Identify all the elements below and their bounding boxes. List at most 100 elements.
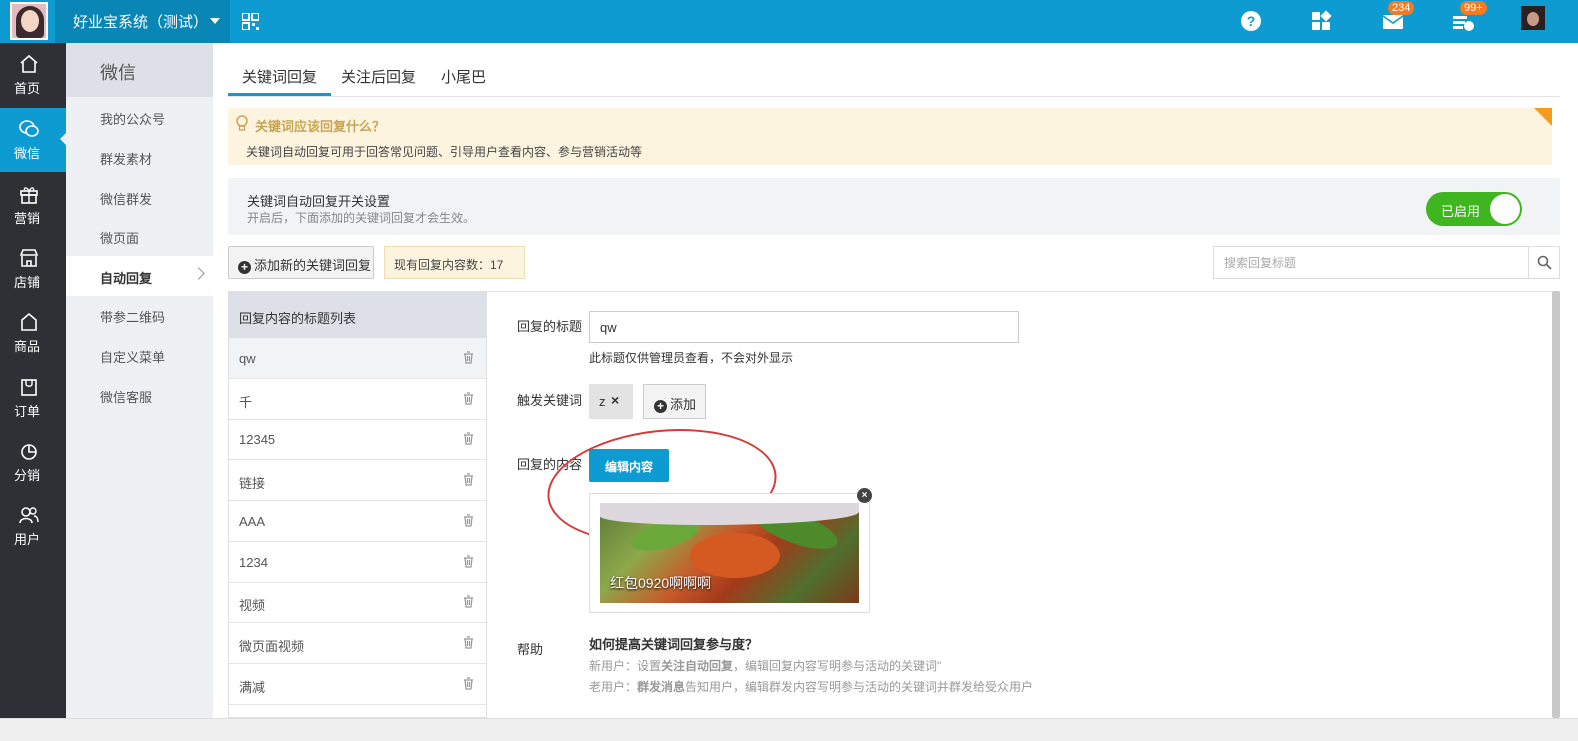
- nav-label: 微信: [13, 146, 40, 161]
- trash-icon[interactable]: [463, 636, 474, 649]
- mail-badge: 234: [1388, 1, 1415, 15]
- list-item[interactable]: AAA: [229, 501, 486, 542]
- list-item[interactable]: 满减: [229, 664, 486, 705]
- qrcode-icon[interactable]: [242, 13, 259, 30]
- list-item[interactable]: 12345: [229, 419, 486, 461]
- subnav-item-menu[interactable]: 自定义菜单: [66, 335, 213, 375]
- trash-icon[interactable]: [463, 432, 474, 445]
- reply-count: 现有回复内容数：17: [384, 246, 525, 279]
- nav-item-store[interactable]: 店铺: [0, 237, 66, 301]
- nav-label: 店铺: [13, 275, 40, 290]
- remove-keyword-icon[interactable]: ×: [611, 392, 619, 408]
- nav-label: 用户: [13, 532, 40, 547]
- subnav-item-qrcode[interactable]: 带参二维码: [66, 295, 213, 335]
- media-card[interactable]: 红包0920啊啊啊: [589, 493, 870, 613]
- chevron-right-icon: [192, 267, 205, 280]
- user-avatar[interactable]: [1521, 6, 1545, 30]
- switch-description: 开启后，下面添加的关键词回复才会生效。: [247, 211, 476, 225]
- list-item[interactable]: qw: [229, 338, 486, 379]
- list-item-title: 视频: [239, 598, 266, 614]
- chevron-down-icon: [210, 18, 220, 24]
- trash-icon[interactable]: [463, 351, 474, 364]
- nav-item-wechat[interactable]: 微信: [0, 108, 66, 172]
- list-item[interactable]: 1234: [229, 542, 486, 583]
- title-input[interactable]: [589, 311, 1019, 343]
- search-box: [1213, 246, 1560, 279]
- order-icon: [21, 379, 37, 396]
- media-caption: 红包0920啊啊啊: [610, 575, 712, 591]
- pie-icon: [21, 444, 37, 460]
- reply-title-list: 回复内容的标题列表 qw 千 12345 链接 AAA 1234 视频微页面视频 满减: [228, 291, 487, 718]
- nav-item-distribution[interactable]: 分销: [0, 430, 66, 494]
- apps-icon[interactable]: [1308, 8, 1334, 34]
- help-title: 如何提高关键词回复参与度？: [589, 637, 759, 652]
- add-keyword-button[interactable]: + 添加: [643, 384, 706, 419]
- list-header: 回复内容的标题列表: [229, 292, 486, 338]
- nav-item-home[interactable]: 首页: [0, 43, 66, 107]
- main-nav: 首页 微信 营销 店铺 商品 订单 分销 用户: [0, 43, 66, 741]
- keyword-label: 触发关键词: [517, 393, 583, 408]
- product-icon: [21, 312, 37, 331]
- svg-text:?: ?: [1247, 13, 1256, 29]
- add-keyword-reply-button[interactable]: + 添加新的关键词回复: [228, 246, 374, 279]
- trash-icon[interactable]: [463, 595, 474, 608]
- nav-label: 分销: [13, 468, 40, 483]
- toggle-knob: [1490, 194, 1520, 224]
- list-item-title: qw: [239, 351, 256, 366]
- add-button-label: 添加新的关键词回复: [254, 258, 372, 273]
- list-item[interactable]: 千: [229, 379, 486, 420]
- store-icon: [19, 249, 39, 267]
- system-title: 好业宝系统（测试）: [73, 14, 209, 31]
- tab-keyword-reply[interactable]: 关键词回复: [228, 56, 332, 96]
- trash-icon[interactable]: [463, 473, 474, 486]
- help-icon[interactable]: ?: [1238, 8, 1264, 34]
- trash-icon[interactable]: [463, 554, 474, 568]
- nav-item-users[interactable]: 用户: [0, 494, 66, 558]
- trash-icon[interactable]: [463, 676, 474, 690]
- nav-item-marketing[interactable]: 营销: [0, 173, 66, 237]
- nav-item-product[interactable]: 商品: [0, 301, 66, 365]
- list-item[interactable]: 链接: [229, 460, 486, 502]
- tab-bar: 关键词回复 关注后回复 小尾巴: [228, 56, 1560, 97]
- switch-title: 关键词自动回复开关设置: [247, 194, 391, 209]
- list-item-title: 1234: [239, 554, 268, 570]
- system-switcher[interactable]: 好业宝系统（测试）: [55, 0, 230, 43]
- scrollbar[interactable]: [1552, 291, 1560, 718]
- subnav-title: 微信: [66, 43, 213, 97]
- trash-icon[interactable]: [463, 514, 474, 527]
- subnav-item-service[interactable]: 微信客服: [66, 375, 213, 415]
- add-keyword-label: 添加: [670, 397, 697, 412]
- window-bottom-strip: [0, 718, 1578, 741]
- nav-item-order[interactable]: 订单: [0, 366, 66, 430]
- keyword-tag-text: z: [599, 394, 606, 409]
- search-input[interactable]: [1214, 247, 1529, 278]
- search-icon: [1537, 255, 1552, 270]
- sub-nav: 微信 我的公众号 群发素材 微信群发 微页面 自动回复 带参二维码 自定义菜单 …: [66, 43, 213, 718]
- users-icon: [19, 507, 39, 524]
- gift-icon: [20, 187, 38, 204]
- tip-text: 关键词自动回复可用于回答常见问题、引导用户查看内容、参与营销活动等: [246, 145, 643, 159]
- app-logo[interactable]: [10, 2, 48, 40]
- plus-circle-icon: +: [654, 400, 667, 413]
- tab-follow-reply[interactable]: 关注后回复: [327, 56, 430, 96]
- collapse-corner-icon[interactable]: [1534, 108, 1552, 126]
- subnav-item-micropage[interactable]: 微页面: [66, 216, 213, 256]
- subnav-item-accounts[interactable]: 我的公众号: [66, 97, 213, 137]
- tab-tail[interactable]: 小尾巴: [427, 56, 500, 96]
- auto-reply-toggle[interactable]: 已启用: [1426, 192, 1522, 226]
- trash-icon[interactable]: [463, 392, 474, 405]
- plus-circle-icon: +: [238, 261, 251, 274]
- list-item[interactable]: 视频: [229, 582, 486, 624]
- subnav-item-broadcast[interactable]: 微信群发: [66, 177, 213, 217]
- subnav-item-materials[interactable]: 群发素材: [66, 137, 213, 177]
- title-hint: 此标题仅供管理员查看，不会对外显示: [589, 351, 794, 365]
- nav-label: 商品: [13, 339, 40, 354]
- list-item[interactable]: 微页面视频: [229, 623, 486, 664]
- switch-settings: 关键词自动回复开关设置 开启后，下面添加的关键词回复才会生效。 已启用: [228, 178, 1560, 235]
- tip-box: 关键词应该回复什么？ 关键词自动回复可用于回答常见问题、引导用户查看内容、参与营…: [228, 108, 1552, 165]
- wechat-icon: [19, 120, 39, 137]
- subnav-item-autoreply[interactable]: 自动回复: [66, 256, 213, 296]
- nav-label: 订单: [13, 404, 40, 419]
- search-button[interactable]: [1528, 247, 1559, 278]
- close-icon[interactable]: ×: [857, 488, 872, 503]
